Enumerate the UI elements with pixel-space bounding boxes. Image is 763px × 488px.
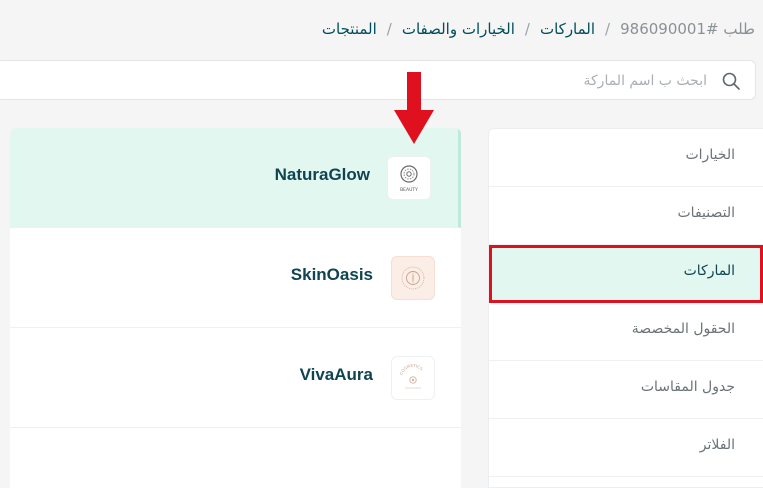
menu-item-options[interactable]: الخيارات [489, 129, 763, 187]
down-arrow-icon [394, 72, 434, 144]
menu-item-filters[interactable]: الفلاتر [489, 419, 763, 477]
search-input[interactable] [25, 61, 709, 101]
search-icon [722, 72, 740, 90]
menu-item-label: الخيارات [685, 147, 735, 163]
menu-item-label: جدول المقاسات [640, 379, 735, 395]
brand-logo-naturaglow: BEAUTY [387, 156, 431, 200]
brand-row-vivaaura[interactable]: COSMETICS VivaAura [10, 328, 461, 428]
menu-item-custom-fields[interactable]: الحقول المخصصة [489, 303, 763, 361]
breadcrumb-products[interactable]: المنتجات [322, 20, 377, 38]
menu-item-label: الماركات [683, 263, 735, 279]
menu-item-label: التصنيفات [677, 205, 736, 221]
brand-name: NaturaGlow [274, 165, 370, 184]
menu-item-brands[interactable]: الماركات [489, 245, 763, 303]
brand-list: BEAUTY NaturaGlow SkinOasis COSMETICS Vi… [10, 128, 461, 488]
breadcrumb-separator: / [524, 20, 530, 38]
svg-text:COSMETICS: COSMETICS [399, 363, 425, 376]
breadcrumb-options-attributes[interactable]: الخيارات والصفات [402, 20, 515, 38]
side-menu: الخيارات التصنيفات الماركات الحقول المخص… [488, 128, 763, 488]
menu-item-label: الفلاتر [699, 437, 735, 453]
search-bar [0, 60, 756, 101]
brand-name: SkinOasis [290, 265, 373, 284]
brand-logo-vivaaura: COSMETICS [391, 356, 435, 400]
breadcrumb-separator: / [605, 20, 611, 38]
brand-row-skinoasis[interactable]: SkinOasis [10, 228, 461, 328]
brand-logo-text: BEAUTY [400, 187, 418, 193]
brand-name: VivaAura [299, 365, 373, 384]
menu-item-categories[interactable]: التصنيفات [489, 187, 763, 245]
breadcrumb-brands[interactable]: الماركات [540, 20, 595, 38]
menu-item-size-chart[interactable]: جدول المقاسات [489, 361, 763, 419]
breadcrumb-current: طلب #986090001 [620, 20, 755, 38]
breadcrumb: المنتجات / الخيارات والصفات / الماركات /… [322, 20, 755, 38]
brand-logo-text: COSMETICS [399, 363, 425, 376]
breadcrumb-separator: / [386, 20, 392, 38]
menu-item-label: الحقول المخصصة [631, 321, 735, 337]
brand-logo-skinoasis [391, 256, 435, 300]
